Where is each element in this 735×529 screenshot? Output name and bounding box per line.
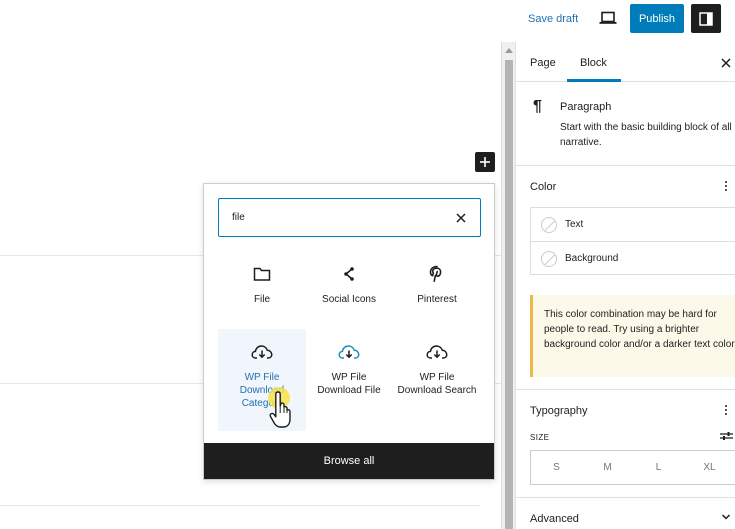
- font-size-picker: S M L XL: [530, 450, 735, 485]
- contrast-warning-text: This color combination may be hard for p…: [544, 309, 735, 350]
- chevron-down-icon[interactable]: [721, 512, 731, 522]
- settings-toggle-button[interactable]: [691, 4, 721, 33]
- scrollbar-thumb[interactable]: [505, 60, 513, 529]
- typography-options-kebab-icon[interactable]: [724, 405, 728, 417]
- contrast-warning-notice: This color combination may be hard for p…: [530, 295, 735, 377]
- settings-sidebar: Page Block ¶ Paragraph Start with the ba…: [515, 42, 735, 529]
- block-item-label: WP File Download Search: [397, 372, 477, 396]
- block-card: ¶ Paragraph Start with the basic buildin…: [516, 82, 735, 166]
- typography-panel-title[interactable]: Typography: [530, 405, 587, 417]
- tab-page[interactable]: Page: [530, 57, 556, 69]
- block-item-label: WP File Download File: [317, 372, 381, 396]
- font-size-label: SIZE: [530, 433, 550, 442]
- folder-icon: [251, 263, 273, 285]
- add-block-button[interactable]: [475, 152, 495, 172]
- block-card-title: Paragraph: [560, 101, 612, 113]
- block-item-wp-file-download-search[interactable]: WP File Download Search: [393, 329, 481, 431]
- color-item-label: Background: [565, 253, 619, 264]
- advanced-panel-title[interactable]: Advanced: [530, 513, 579, 525]
- editor-root: Save draft Publish file File Social Icon…: [0, 0, 735, 529]
- sidebar-tabs: Page Block: [516, 42, 735, 82]
- paragraph-icon: ¶: [533, 98, 542, 115]
- font-size-option-xl[interactable]: XL: [684, 451, 735, 484]
- block-item-label: File: [253, 294, 271, 305]
- publish-button[interactable]: Publish: [630, 4, 684, 33]
- hand-pointer-cursor-icon: [268, 387, 291, 428]
- cloud-download-icon: [338, 341, 360, 363]
- preview-laptop-icon[interactable]: [599, 11, 617, 25]
- block-inserter-popover: file File Social Icons Pinterest WP File…: [203, 183, 495, 480]
- color-options-kebab-icon[interactable]: [724, 181, 728, 193]
- color-settings-list: Text Background: [530, 207, 735, 275]
- empty-swatch-icon: [541, 217, 557, 233]
- block-divider: [0, 505, 480, 506]
- block-item-label: Pinterest: [417, 294, 457, 305]
- font-size-option-l[interactable]: L: [633, 451, 684, 484]
- block-card-description: Start with the basic building block of a…: [560, 122, 732, 148]
- share-icon: [338, 263, 360, 285]
- cloud-download-icon: [251, 341, 273, 363]
- font-size-option-s[interactable]: S: [531, 451, 582, 484]
- block-search-input[interactable]: file: [218, 198, 481, 237]
- pinterest-icon: [426, 263, 448, 285]
- empty-swatch-icon: [541, 251, 557, 267]
- font-size-option-m[interactable]: M: [582, 451, 633, 484]
- search-value: file: [232, 212, 245, 223]
- cloud-download-icon: [426, 341, 448, 363]
- scroll-up-arrow-icon[interactable]: [505, 48, 513, 53]
- top-toolbar: Save draft Publish: [0, 0, 735, 42]
- panel-divider: [516, 497, 735, 498]
- panel-divider: [516, 389, 735, 390]
- close-sidebar-icon[interactable]: [721, 58, 731, 68]
- tab-block[interactable]: Block: [580, 57, 607, 69]
- color-item-label: Text: [565, 219, 584, 230]
- sidebar-icon: [699, 11, 713, 26]
- clear-search-icon[interactable]: [456, 213, 466, 223]
- font-size-settings-icon[interactable]: [720, 431, 733, 441]
- browse-all-button[interactable]: Browse all: [204, 443, 494, 479]
- color-item-background[interactable]: Background: [531, 241, 735, 275]
- canvas-scrollbar[interactable]: [501, 42, 515, 529]
- plus-icon: [480, 157, 490, 167]
- color-item-text[interactable]: Text: [531, 208, 735, 242]
- color-panel-title[interactable]: Color: [530, 181, 556, 193]
- block-item-wp-file-download-file[interactable]: WP File Download File: [305, 329, 393, 431]
- save-draft-button[interactable]: Save draft: [528, 12, 578, 26]
- block-item-label: Social Icons: [322, 294, 376, 305]
